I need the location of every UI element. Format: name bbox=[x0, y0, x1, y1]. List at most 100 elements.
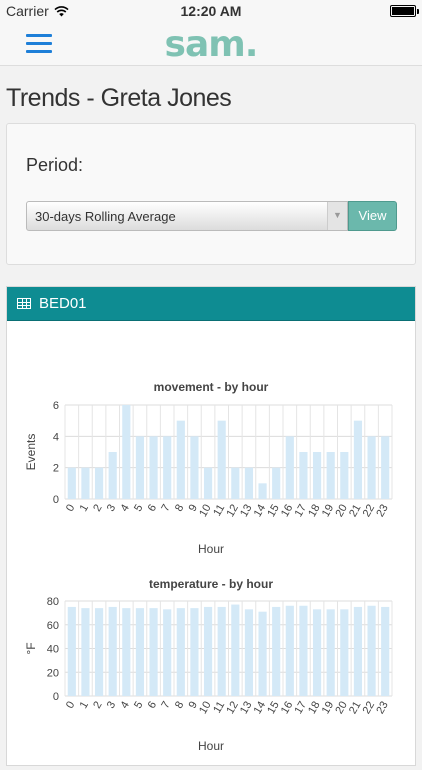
bar bbox=[94, 608, 104, 696]
bar bbox=[381, 606, 390, 696]
status-bar: Carrier 12:20 AM bbox=[0, 0, 422, 22]
x-tick-label: 6 bbox=[146, 503, 159, 514]
x-tick-label: 5 bbox=[132, 503, 145, 514]
device-name: BED01 bbox=[39, 295, 87, 312]
bar bbox=[353, 606, 363, 696]
y-tick-label: 80 bbox=[47, 596, 59, 608]
bar bbox=[203, 606, 213, 696]
device-panel: BED01 movement - by hour 0 2 4 6 0 1 2 3 4 5 6 7 8 9 10… bbox=[6, 286, 416, 766]
bar bbox=[163, 436, 172, 499]
x-tick-label: 8 bbox=[173, 503, 186, 514]
y-tick-label: 0 bbox=[53, 691, 59, 703]
bar bbox=[149, 608, 158, 696]
y-tick-label: 2 bbox=[53, 463, 59, 475]
bar bbox=[135, 436, 145, 499]
chart-title: temperature - by hour bbox=[149, 577, 273, 591]
y-tick-label: 0 bbox=[53, 494, 59, 506]
bar bbox=[217, 420, 226, 499]
bar bbox=[272, 606, 281, 696]
bar bbox=[190, 436, 199, 499]
bar bbox=[149, 436, 158, 499]
bar bbox=[108, 452, 117, 499]
x-tick-label: 3 bbox=[105, 503, 118, 514]
bar bbox=[81, 608, 90, 696]
bar bbox=[203, 467, 213, 499]
battery-icon bbox=[390, 5, 419, 17]
bar bbox=[176, 420, 185, 499]
page-title: Trends - Greta Jones bbox=[6, 84, 232, 112]
bar bbox=[367, 436, 376, 499]
period-label: Period: bbox=[26, 155, 84, 175]
x-tick-label: 3 bbox=[105, 700, 118, 711]
chart-title: movement - by hour bbox=[154, 380, 269, 394]
bar bbox=[326, 452, 335, 499]
y-tick-label: 6 bbox=[53, 400, 59, 412]
view-button[interactable]: View bbox=[348, 201, 397, 231]
x-tick-label: 7 bbox=[159, 503, 172, 514]
x-tick-label: 23 bbox=[374, 700, 391, 717]
bar bbox=[81, 467, 90, 499]
x-tick-label: 23 bbox=[374, 503, 391, 520]
period-select-value: 30-days Rolling Average bbox=[35, 209, 176, 224]
x-tick-label: 2 bbox=[91, 503, 104, 514]
x-tick-label: 4 bbox=[118, 700, 131, 711]
y-axis-label: Events bbox=[24, 434, 38, 471]
device-header: BED01 bbox=[7, 287, 415, 321]
clock: 12:20 AM bbox=[180, 3, 242, 19]
bar bbox=[285, 436, 294, 499]
bar bbox=[244, 609, 254, 696]
bar bbox=[299, 605, 308, 696]
bar bbox=[258, 611, 267, 696]
period-panel: Period: 30-days Rolling Average ▼ View bbox=[6, 123, 416, 265]
nav-bar: sam. bbox=[0, 22, 422, 66]
x-tick-label: 5 bbox=[132, 700, 145, 711]
x-tick-label: 1 bbox=[78, 700, 91, 711]
y-axis-label: °F bbox=[24, 642, 38, 654]
period-select[interactable]: 30-days Rolling Average ▼ bbox=[26, 201, 348, 231]
y-tick-label: 20 bbox=[47, 667, 59, 679]
bar bbox=[258, 483, 267, 499]
bar bbox=[285, 605, 294, 696]
bar bbox=[299, 452, 308, 499]
bar bbox=[122, 608, 131, 696]
x-axis-label: Hour bbox=[198, 542, 224, 556]
bar bbox=[381, 436, 390, 499]
bar bbox=[367, 605, 376, 696]
bar bbox=[108, 606, 117, 696]
x-tick-label: 2 bbox=[91, 700, 104, 711]
x-tick-label: 4 bbox=[118, 503, 131, 514]
bar bbox=[122, 405, 131, 499]
bar bbox=[272, 467, 281, 499]
bar bbox=[340, 609, 349, 696]
x-tick-label: 7 bbox=[159, 700, 172, 711]
bar bbox=[340, 452, 349, 499]
bar bbox=[312, 452, 322, 499]
x-tick-label: 0 bbox=[64, 700, 77, 711]
x-tick-label: 8 bbox=[173, 700, 186, 711]
bar bbox=[67, 467, 76, 499]
chevron-down-icon: ▼ bbox=[327, 202, 347, 230]
bar bbox=[244, 467, 254, 499]
x-tick-label: 6 bbox=[146, 700, 159, 711]
bar bbox=[231, 604, 240, 696]
y-tick-label: 4 bbox=[53, 431, 59, 443]
bar bbox=[231, 467, 240, 499]
charts-area: movement - by hour02460 1 2 3 4 5 6 7 8 910111213… bbox=[24, 380, 393, 753]
bar bbox=[176, 608, 185, 696]
bar bbox=[353, 420, 363, 499]
bar bbox=[217, 606, 226, 696]
table-icon bbox=[17, 298, 31, 309]
y-tick-label: 40 bbox=[47, 644, 59, 656]
y-tick-label: 60 bbox=[47, 620, 59, 632]
bar bbox=[190, 608, 199, 696]
bar bbox=[94, 467, 104, 499]
x-tick-label: 0 bbox=[64, 503, 77, 514]
bar bbox=[312, 609, 322, 696]
bar bbox=[67, 606, 76, 696]
bar bbox=[135, 608, 145, 696]
x-axis-label: Hour bbox=[198, 739, 224, 753]
bar bbox=[326, 609, 335, 696]
bar bbox=[163, 609, 172, 696]
app-logo: sam. bbox=[164, 24, 259, 65]
x-tick-label: 1 bbox=[78, 503, 91, 514]
